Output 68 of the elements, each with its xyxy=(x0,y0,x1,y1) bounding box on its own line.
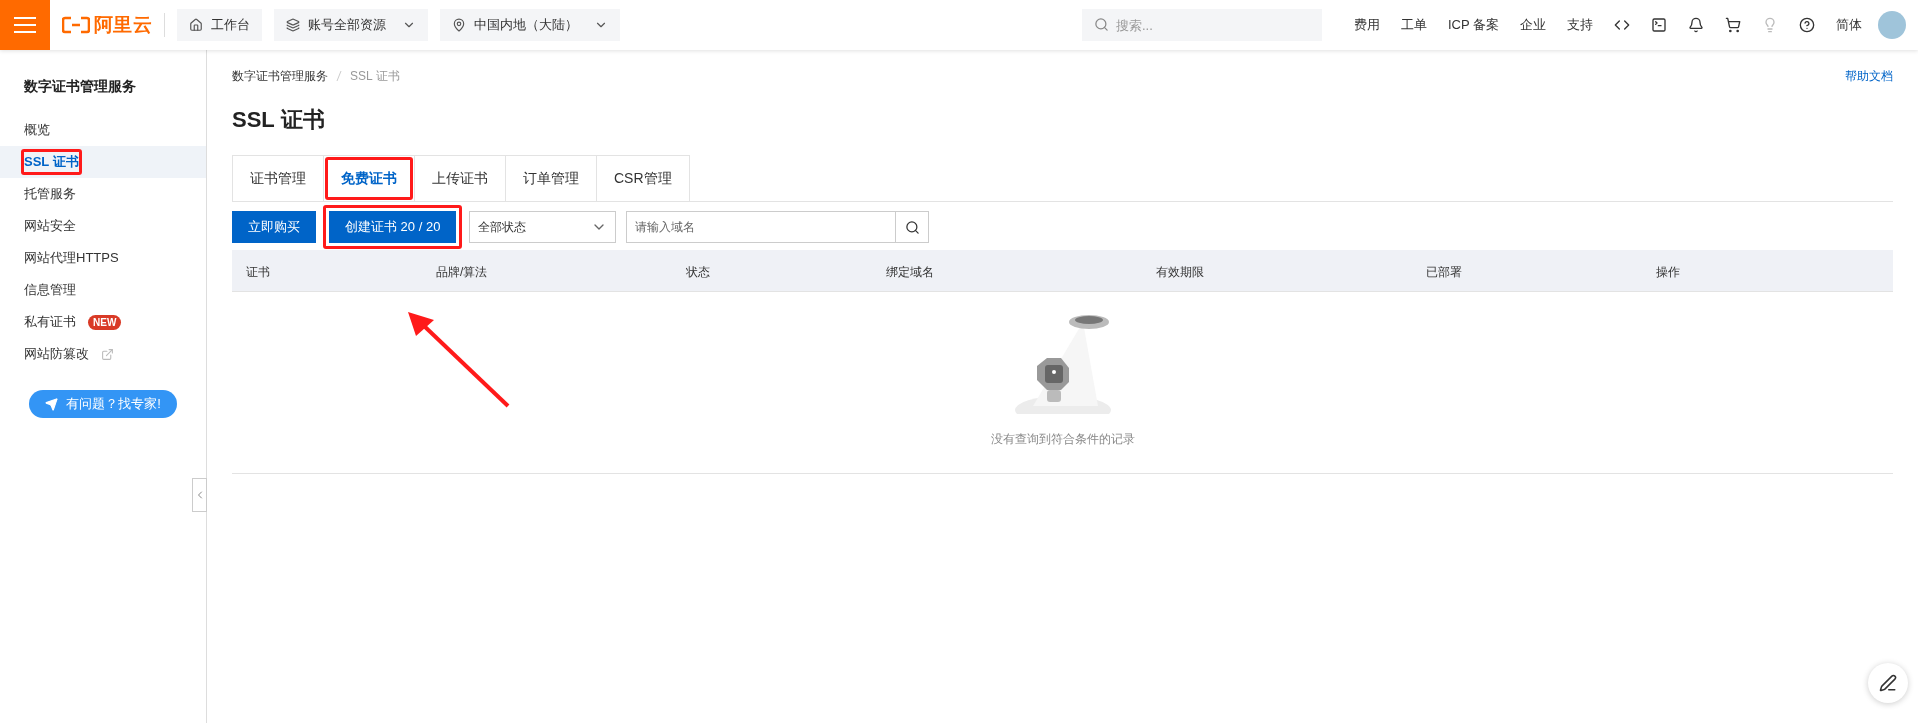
home-icon xyxy=(189,18,204,32)
top-link[interactable]: 企业 xyxy=(1520,15,1546,35)
collapse-handle[interactable] xyxy=(192,478,207,512)
buy-now-button[interactable]: 立即购买 xyxy=(232,211,316,243)
sidebar-item[interactable]: 信息管理 xyxy=(0,274,206,306)
domain-search-field[interactable]: 请输入域名 xyxy=(626,211,897,243)
sidebar-item[interactable]: 网站安全 xyxy=(0,210,206,242)
search-icon xyxy=(1093,17,1109,32)
sidebar-item-label: 私有证书 xyxy=(24,314,76,330)
breadcrumb-item[interactable]: 数字证书管理服务 xyxy=(232,67,328,85)
pen-icon xyxy=(1879,674,1897,692)
sidebar-item-label: 网站代理HTTPS xyxy=(24,250,119,266)
sidebar-item[interactable]: 网站代理HTTPS xyxy=(0,242,206,274)
column-header: 绑定域名 xyxy=(886,264,934,281)
sidebar-item[interactable]: 托管服务 xyxy=(0,178,206,210)
send-icon xyxy=(45,397,59,411)
column-header: 品牌/算法 xyxy=(436,264,488,281)
sidebar-item[interactable]: 概览 xyxy=(0,114,206,146)
column-header: 状态 xyxy=(686,264,710,281)
column-header: 有效期限 xyxy=(1156,264,1204,281)
sidebar-title: 数字证书管理服务 xyxy=(23,77,137,96)
tab[interactable]: 证书管理 xyxy=(233,156,323,201)
tab[interactable]: 上传证书 xyxy=(415,156,505,201)
sidebar-item-label: SSL 证书 xyxy=(24,154,79,170)
column-header: 已部署 xyxy=(1426,264,1462,281)
top-link[interactable]: 费用 xyxy=(1353,15,1380,35)
cart-icon[interactable] xyxy=(1725,17,1741,33)
sidebar-item-label: 信息管理 xyxy=(24,282,76,298)
sidebar-item-label: 概览 xyxy=(24,122,50,138)
language-link[interactable]: 简体 xyxy=(1836,15,1862,35)
empty-state-text: 没有查询到符合条件的记录 xyxy=(990,431,1135,448)
help-icon[interactable] xyxy=(1799,17,1815,33)
column-header: 证书 xyxy=(246,264,270,281)
menu-icon xyxy=(14,16,36,34)
sidebar-item[interactable]: SSL 证书 xyxy=(0,146,206,178)
edit-button[interactable] xyxy=(1868,663,1908,703)
nav-button[interactable]: 工作台 xyxy=(177,9,263,41)
layers-icon xyxy=(286,18,301,32)
search-field[interactable]: 搜索... xyxy=(1081,9,1322,41)
new-badge: NEW xyxy=(88,314,122,330)
status-select[interactable]: 全部状态 xyxy=(469,211,617,243)
column-header: 操作 xyxy=(1656,264,1680,281)
terminal-icon[interactable] xyxy=(1651,17,1667,33)
menu-button[interactable] xyxy=(0,0,50,50)
code-icon[interactable] xyxy=(1614,17,1630,33)
search-button[interactable] xyxy=(896,211,930,243)
bell-icon[interactable] xyxy=(1688,17,1704,33)
location-icon xyxy=(452,18,467,32)
logo-icon xyxy=(62,16,90,34)
logo-text: 阿里云 xyxy=(94,12,153,37)
sidebar-item[interactable]: 私有证书 NEW xyxy=(0,306,206,338)
top-link[interactable]: 支持 xyxy=(1567,15,1593,35)
nav-button[interactable]: 中国内地（大陆） xyxy=(440,9,621,41)
nav-button[interactable]: 账号全部资源 xyxy=(274,9,429,41)
sidebar-item-label: 托管服务 xyxy=(24,186,76,202)
create-certificate-button[interactable]: 创建证书 20 / 20 xyxy=(329,211,457,243)
page-title: SSL 证书 xyxy=(232,106,326,134)
search-icon xyxy=(904,219,920,235)
tab[interactable]: CSR管理 xyxy=(597,156,689,201)
top-link[interactable]: ICP 备案 xyxy=(1447,15,1499,35)
tab[interactable]: 订单管理 xyxy=(506,156,596,201)
breadcrumb-separator xyxy=(336,70,342,82)
sidebar-item-label: 网站安全 xyxy=(24,218,76,234)
sidebar-item-label: 网站防篡改 xyxy=(24,346,89,362)
top-link[interactable]: 工单 xyxy=(1400,15,1427,35)
external-link-icon xyxy=(101,347,114,361)
sidebar-item[interactable]: 网站防篡改 xyxy=(0,338,206,370)
help-docs-link[interactable]: 帮助文档 xyxy=(1845,67,1893,85)
